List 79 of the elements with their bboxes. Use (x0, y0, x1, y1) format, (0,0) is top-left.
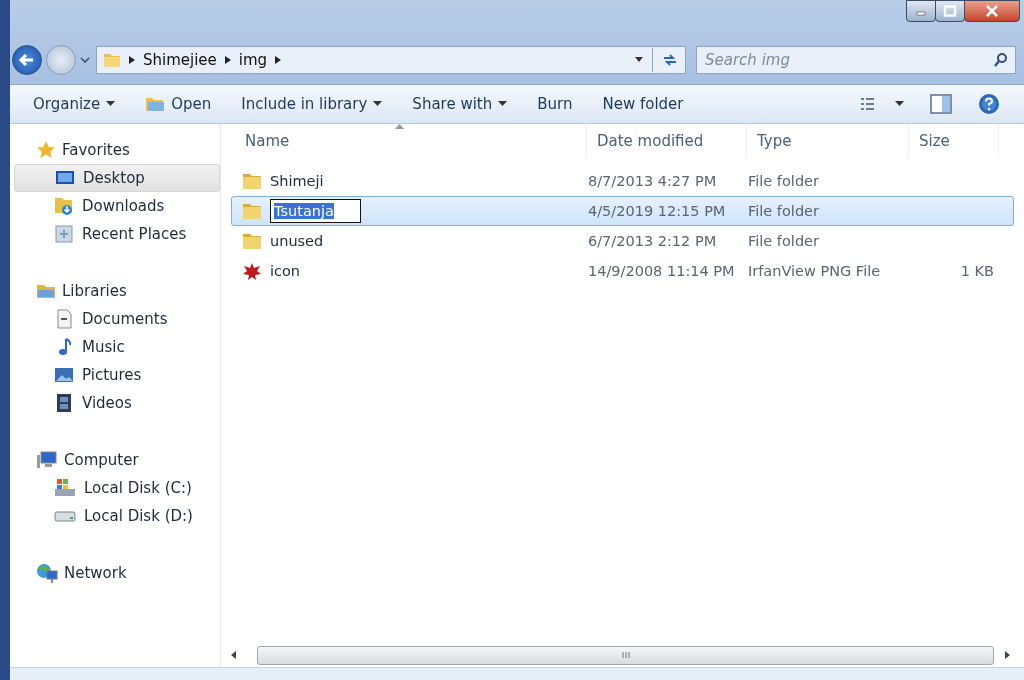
sidebar-item[interactable]: Local Disk (D:) (14, 502, 220, 530)
computer-icon (36, 450, 58, 470)
toolbar-button[interactable]: New folder (593, 91, 693, 117)
maximize-icon (943, 5, 957, 17)
caret-icon[interactable] (895, 101, 904, 107)
file-type: IrfanView PNG File (748, 263, 881, 279)
scroll-right-icon[interactable] (1002, 650, 1012, 660)
folder-icon (145, 96, 166, 112)
document-icon (54, 309, 74, 329)
date-modified: 8/7/2013 4:27 PM (588, 173, 717, 189)
search-icon (993, 52, 1009, 68)
rename-field[interactable]: Tsutanja (270, 199, 361, 223)
preview-pane-icon[interactable] (930, 94, 952, 114)
network-icon (36, 563, 58, 583)
toolbar-button[interactable]: Burn (528, 91, 582, 117)
star-icon (36, 140, 56, 160)
sort-arrow-icon (395, 124, 404, 129)
drive-icon (54, 509, 76, 523)
sidebar-group[interactable]: Favorites (10, 136, 220, 164)
chevron-icon[interactable] (224, 56, 231, 64)
help-icon[interactable] (978, 93, 1000, 115)
pictures-icon (54, 366, 74, 384)
folder-icon (242, 232, 262, 250)
address-bar[interactable]: Shimejiee img (96, 46, 686, 74)
file-row[interactable]: Shimeji 8/7/2013 4:27 PM File folder (231, 166, 1014, 196)
sidebar-group[interactable]: Network (10, 559, 220, 587)
maximize-button[interactable] (935, 0, 965, 22)
toolbar-button[interactable]: Organize (24, 91, 125, 117)
chevron-icon[interactable] (275, 56, 282, 64)
toolbar-button[interactable]: Share with (403, 91, 517, 117)
desktop-icon (55, 169, 75, 187)
download-folder-icon (54, 196, 74, 216)
file-row[interactable]: unused 6/7/2013 2:12 PM File folder (231, 226, 1014, 256)
close-icon (985, 5, 999, 17)
film-icon (54, 393, 74, 413)
sidebar-item[interactable]: Videos (14, 389, 220, 417)
sidebar-group[interactable]: Libraries (10, 277, 220, 305)
sidebar-item[interactable]: Desktop (14, 164, 220, 192)
breadcrumb[interactable]: Shimejiee (143, 51, 217, 69)
file-name: Shimeji (270, 173, 324, 189)
file-type: File folder (748, 233, 819, 249)
folder-icon (103, 51, 121, 69)
date-modified: 4/5/2019 12:15 PM (588, 203, 726, 219)
column-header[interactable]: Type (747, 124, 909, 158)
date-modified: 14/9/2008 11:14 PM (588, 263, 735, 279)
sidebar-group[interactable]: Computer (10, 446, 220, 474)
file-name: unused (270, 233, 324, 249)
column-header[interactable]: Date modified (587, 124, 747, 158)
history-dropdown-icon[interactable] (80, 56, 90, 64)
dropdown-icon[interactable] (634, 56, 644, 64)
file-size: 1 KB (960, 263, 994, 279)
close-button[interactable] (964, 0, 1020, 22)
sidebar-item[interactable]: Local Disk (C:) (14, 474, 220, 502)
sidebar-item[interactable]: Documents (14, 305, 220, 333)
folder-icon (242, 202, 262, 220)
folder-icon (242, 172, 262, 190)
file-type: File folder (748, 203, 819, 219)
column-header[interactable]: Size (909, 124, 999, 158)
search-field[interactable]: Search img (696, 46, 1016, 74)
refresh-icon[interactable] (661, 52, 679, 68)
breadcrumb[interactable]: img (238, 51, 268, 69)
minimize-button[interactable] (906, 0, 936, 22)
file-row[interactable]: icon 14/9/2008 11:14 PM IrfanView PNG File 1 KB (231, 256, 1014, 286)
file-row[interactable]: Tsutanja 4/5/2019 12:15 PM File folder (231, 196, 1014, 226)
file-name: icon (270, 263, 301, 279)
system-drive-icon (54, 478, 76, 498)
date-modified: 6/7/2013 2:12 PM (588, 233, 717, 249)
chevron-icon[interactable] (129, 56, 135, 64)
sidebar-item[interactable]: Recent Places (14, 220, 220, 248)
scroll-left-icon[interactable] (229, 650, 239, 660)
back-button[interactable] (12, 45, 42, 75)
sidebar-item[interactable]: Downloads (14, 192, 220, 220)
splat-icon (242, 262, 262, 280)
sidebar-item[interactable]: Music (14, 333, 220, 361)
file-type: File folder (748, 173, 819, 189)
toolbar-button[interactable]: Include in library (232, 91, 392, 117)
toolbar-button[interactable]: Open (136, 91, 221, 117)
sidebar-item[interactable]: Pictures (14, 361, 220, 389)
library-icon (36, 282, 56, 300)
